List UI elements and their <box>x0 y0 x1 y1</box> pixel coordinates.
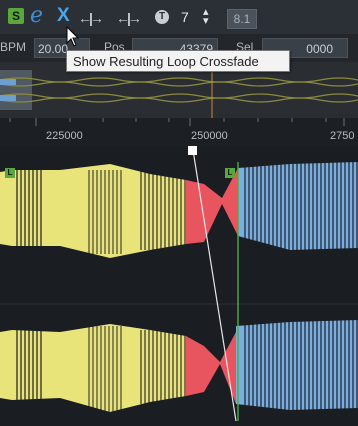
upper-channel <box>0 162 358 258</box>
ruler-tick-label: 250000 <box>191 130 228 142</box>
lower-channel <box>0 318 358 412</box>
bpm-label: BPM <box>0 40 27 54</box>
stepper-arrows-icon[interactable]: ▴▾ <box>203 7 211 27</box>
loop-start-marker[interactable]: L <box>5 168 15 178</box>
loop-tempo-icon[interactable]: T <box>155 10 169 24</box>
version-field[interactable]: 8.1 <box>227 9 257 29</box>
move-left-right-icon[interactable]: ←|→ <box>78 10 104 26</box>
snap-toggle-button[interactable]: S <box>8 8 24 24</box>
loop-count-stepper[interactable]: 7 ▴▾ <box>177 7 221 27</box>
tooltip: Show Resulting Loop Crossfade <box>66 50 290 72</box>
crossfade-handle[interactable] <box>188 292 197 301</box>
loop-end-marker[interactable]: L <box>225 168 235 178</box>
waveform-editor[interactable]: L L <box>0 146 358 422</box>
loop-count-value: 7 <box>181 9 189 25</box>
mouse-pointer-icon <box>66 26 80 47</box>
move-left-right-icon[interactable]: ←|→ <box>116 10 142 26</box>
timeline-ruler[interactable]: 225000 250000 2750 <box>0 118 358 147</box>
edit-mode-button[interactable]: e <box>30 3 43 28</box>
waveform-display <box>0 146 358 422</box>
crossfade-handle <box>188 146 197 155</box>
ruler-tick-label: 2750 <box>330 130 355 142</box>
toolbar: S e X ←|→ ←|→ T 7 ▴▾ 8.1 <box>0 0 358 35</box>
show-crossfade-button[interactable]: X <box>57 5 70 27</box>
ruler-tick-label: 225000 <box>46 130 83 142</box>
